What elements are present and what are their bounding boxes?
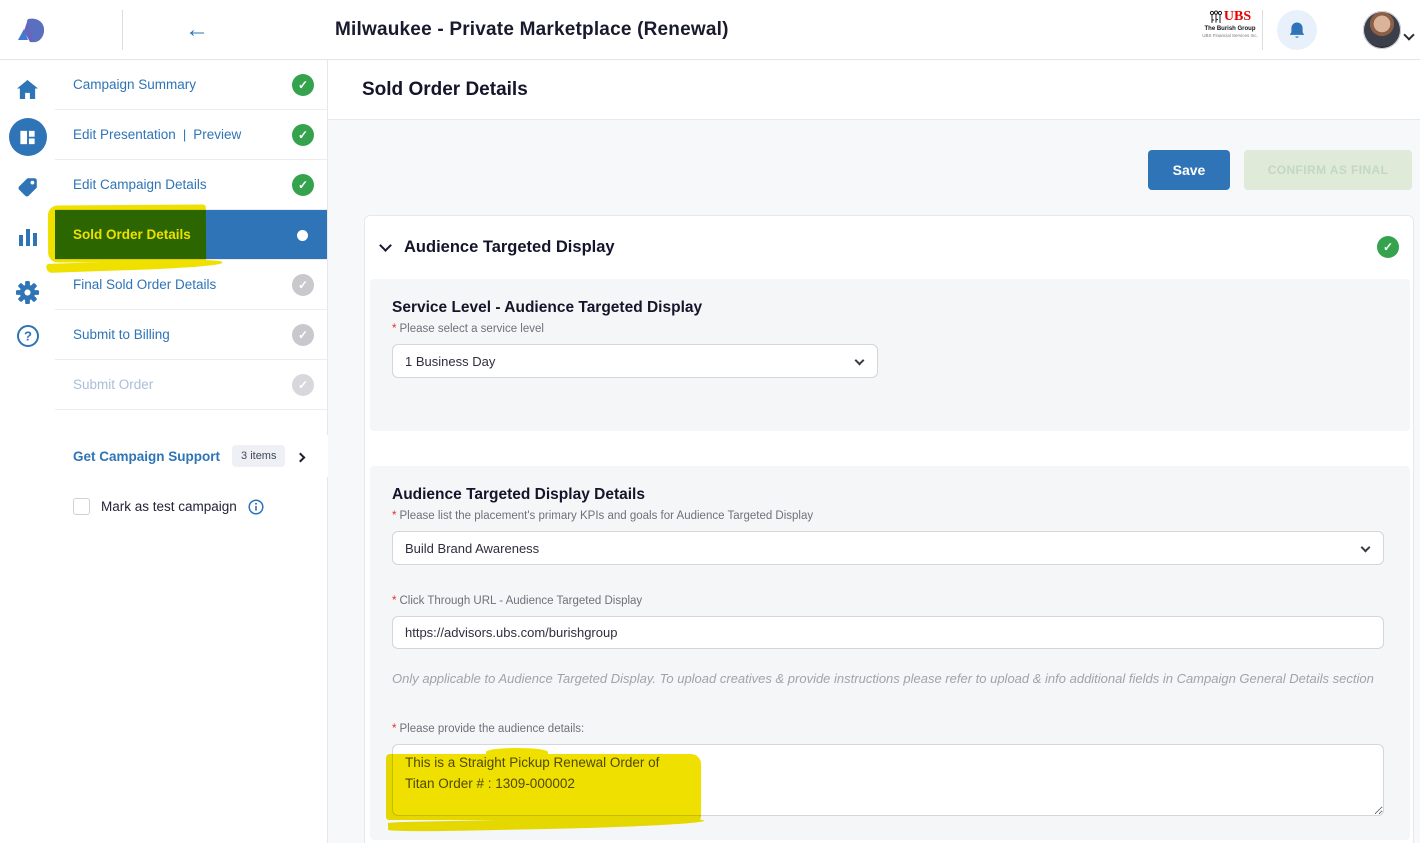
- ubs-wordmark: UBS: [1224, 9, 1251, 24]
- preview-link[interactable]: Preview: [193, 127, 241, 142]
- save-button[interactable]: Save: [1148, 150, 1230, 190]
- disabled-check-icon: [292, 374, 314, 396]
- chevron-down-icon: [855, 356, 865, 366]
- chevron-down-icon: [379, 239, 392, 252]
- sidebar-item-sold-order-details[interactable]: Sold Order Details: [55, 210, 327, 260]
- bar-chart-icon[interactable]: [0, 216, 55, 256]
- support-items-badge: 3 items: [232, 445, 285, 467]
- section-title: Audience Targeted Display: [404, 238, 615, 257]
- incomplete-check-icon: [292, 324, 314, 346]
- ubs-logo: UBS The Burish Group UBS Financial Servi…: [1202, 9, 1258, 39]
- display-details-group: Audience Targeted Display Details *Pleas…: [370, 466, 1410, 840]
- notifications-button[interactable]: [1277, 10, 1317, 50]
- mark-as-test-checkbox[interactable]: [73, 498, 90, 515]
- icon-rail: ?: [0, 60, 55, 843]
- gear-icon[interactable]: [0, 272, 55, 312]
- upload-instructions-note: Only applicable to Audience Targeted Dis…: [392, 667, 1384, 690]
- test-campaign-row: Mark as test campaign: [73, 498, 264, 515]
- ubs-keys-icon: [1209, 10, 1222, 24]
- main-content: Sold Order Details Save CONFIRM AS FINAL…: [328, 60, 1420, 843]
- account-menu-chevron-icon[interactable]: [1405, 26, 1415, 36]
- sidebar-item-final-sold-order-details[interactable]: Final Sold Order Details: [55, 260, 327, 310]
- chevron-right-icon: [297, 449, 304, 464]
- user-avatar[interactable]: [1363, 11, 1401, 49]
- chevron-down-icon: [1361, 543, 1371, 553]
- service-level-select[interactable]: 1 Business Day: [392, 344, 878, 378]
- sidebar-item-submit-to-billing[interactable]: Submit to Billing: [55, 310, 327, 360]
- sidebar-item-edit-campaign-details[interactable]: Edit Campaign Details: [55, 160, 327, 210]
- complete-check-icon: [292, 174, 314, 196]
- complete-check-icon: [292, 74, 314, 96]
- page-title: Sold Order Details: [362, 60, 528, 120]
- header-divider: [122, 10, 123, 50]
- service-level-label: *Please select a service level: [392, 323, 1384, 335]
- app-root: ← Milwaukee - Private Marketplace (Renew…: [0, 0, 1420, 843]
- bell-icon: [1288, 21, 1306, 40]
- active-step-dot: [297, 230, 308, 241]
- help-icon[interactable]: ?: [0, 316, 55, 356]
- top-header: ← Milwaukee - Private Marketplace (Renew…: [0, 0, 1420, 60]
- audience-targeted-display-card: Audience Targeted Display ✓ Service Leve…: [364, 215, 1414, 843]
- group-heading: Service Level - Audience Targeted Displa…: [392, 299, 1384, 317]
- svg-text:?: ?: [24, 329, 32, 344]
- click-through-url-label: *Click Through URL - Audience Targeted D…: [392, 595, 1384, 607]
- section-header-audience-targeted-display[interactable]: Audience Targeted Display ✓: [365, 216, 1413, 278]
- header-divider: [1262, 10, 1263, 50]
- page-header: Sold Order Details: [328, 60, 1420, 120]
- home-icon[interactable]: [0, 69, 55, 109]
- back-arrow-button[interactable]: ←: [180, 13, 214, 47]
- ubs-tagline: The Burish Group: [1202, 26, 1258, 33]
- info-icon[interactable]: [248, 499, 264, 515]
- sidebar-item-edit-presentation[interactable]: Edit Presentation | Preview: [55, 110, 327, 160]
- audience-details-textarea[interactable]: This is a Straight Pickup Renewal Order …: [392, 744, 1384, 816]
- ubs-subline: UBS Financial Services Inc.: [1202, 34, 1258, 39]
- section-complete-check-icon: ✓: [1377, 236, 1399, 258]
- click-through-url-input[interactable]: [392, 616, 1384, 649]
- get-campaign-support-button[interactable]: Get Campaign Support 3 items: [55, 435, 328, 477]
- confirm-as-final-button[interactable]: CONFIRM AS FINAL: [1244, 150, 1412, 190]
- campaign-title: Milwaukee - Private Marketplace (Renewal…: [335, 0, 729, 60]
- group-heading: Audience Targeted Display Details: [392, 486, 1384, 504]
- audience-details-label: *Please provide the audience details:: [392, 723, 1384, 735]
- dashboard-icon[interactable]: [0, 117, 55, 157]
- sidebar-item-campaign-summary[interactable]: Campaign Summary: [55, 60, 327, 110]
- tag-icon[interactable]: [0, 167, 55, 207]
- campaign-steps-sidebar: Campaign Summary Edit Presentation | Pre…: [55, 60, 328, 843]
- app-logo-icon[interactable]: [14, 13, 48, 47]
- service-level-group: Service Level - Audience Targeted Displa…: [370, 279, 1410, 431]
- incomplete-check-icon: [292, 274, 314, 296]
- sidebar-item-submit-order: Submit Order: [55, 360, 327, 410]
- kpi-label: *Please list the placement's primary KPI…: [392, 510, 1384, 522]
- complete-check-icon: [292, 124, 314, 146]
- kpi-select[interactable]: Build Brand Awareness: [392, 531, 1384, 565]
